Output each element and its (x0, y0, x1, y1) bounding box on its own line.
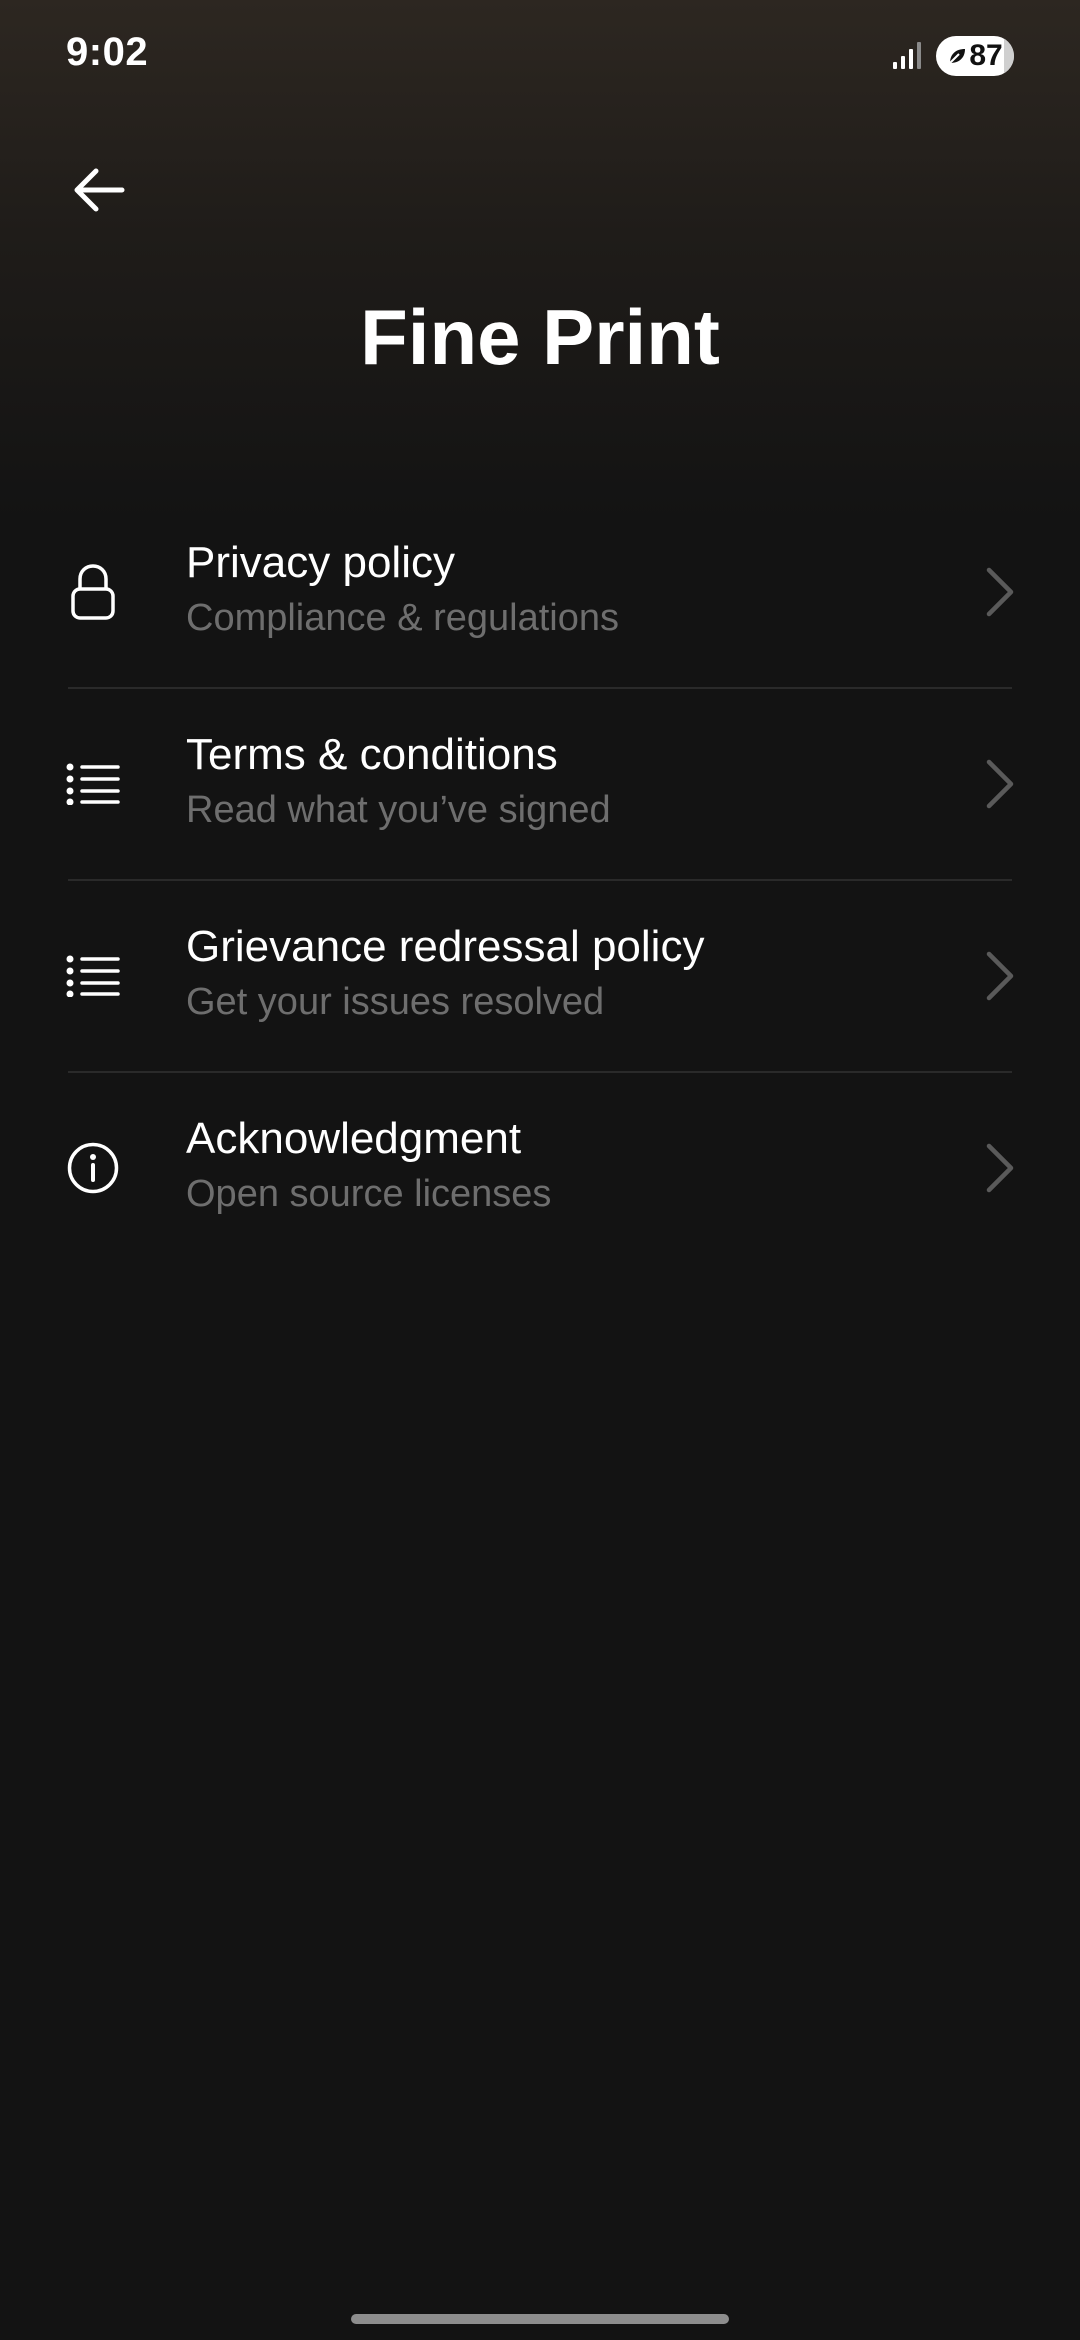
chevron-right-icon (980, 753, 1020, 815)
item-title: Privacy policy (186, 538, 455, 587)
battery-indicator: 87 (936, 36, 1014, 76)
fine-print-menu: Privacy policy Compliance & regulations … (0, 497, 1080, 1265)
back-button[interactable] (60, 150, 140, 230)
item-subtitle: Open source licenses (186, 1173, 552, 1215)
privacy-policy-item[interactable]: Privacy policy Compliance & regulations (0, 497, 1080, 689)
chevron-right-icon (980, 561, 1020, 623)
chevron-right-icon (980, 1137, 1020, 1199)
home-indicator[interactable] (351, 2314, 729, 2324)
item-title: Grievance redressal policy (186, 922, 705, 971)
lock-icon (62, 561, 124, 623)
item-title: Acknowledgment (186, 1114, 522, 1163)
item-subtitle: Compliance & regulations (186, 597, 620, 639)
acknowledgment-item[interactable]: Acknowledgment Open source licenses (0, 1073, 1080, 1265)
list-icon (62, 945, 124, 1007)
item-subtitle: Get your issues resolved (186, 981, 605, 1023)
status-time: 9:02 (66, 30, 149, 74)
grievance-redressal-item[interactable]: Grievance redressal policy Get your issu… (0, 881, 1080, 1073)
signal-icon (893, 42, 921, 69)
chevron-right-icon (980, 945, 1020, 1007)
battery-level: 87 (969, 39, 1003, 72)
item-title: Terms & conditions (186, 730, 558, 779)
terms-conditions-item[interactable]: Terms & conditions Read what you’ve sign… (0, 689, 1080, 881)
leaf-icon (949, 49, 966, 64)
info-icon (62, 1137, 124, 1199)
item-subtitle: Read what you’ve signed (186, 789, 611, 831)
page-title: Fine Print (360, 293, 720, 381)
list-icon (62, 753, 124, 815)
status-bar: 9:02 87 (0, 0, 1080, 110)
arrow-left-icon (74, 168, 125, 212)
battery-empty-segment (1004, 36, 1014, 76)
